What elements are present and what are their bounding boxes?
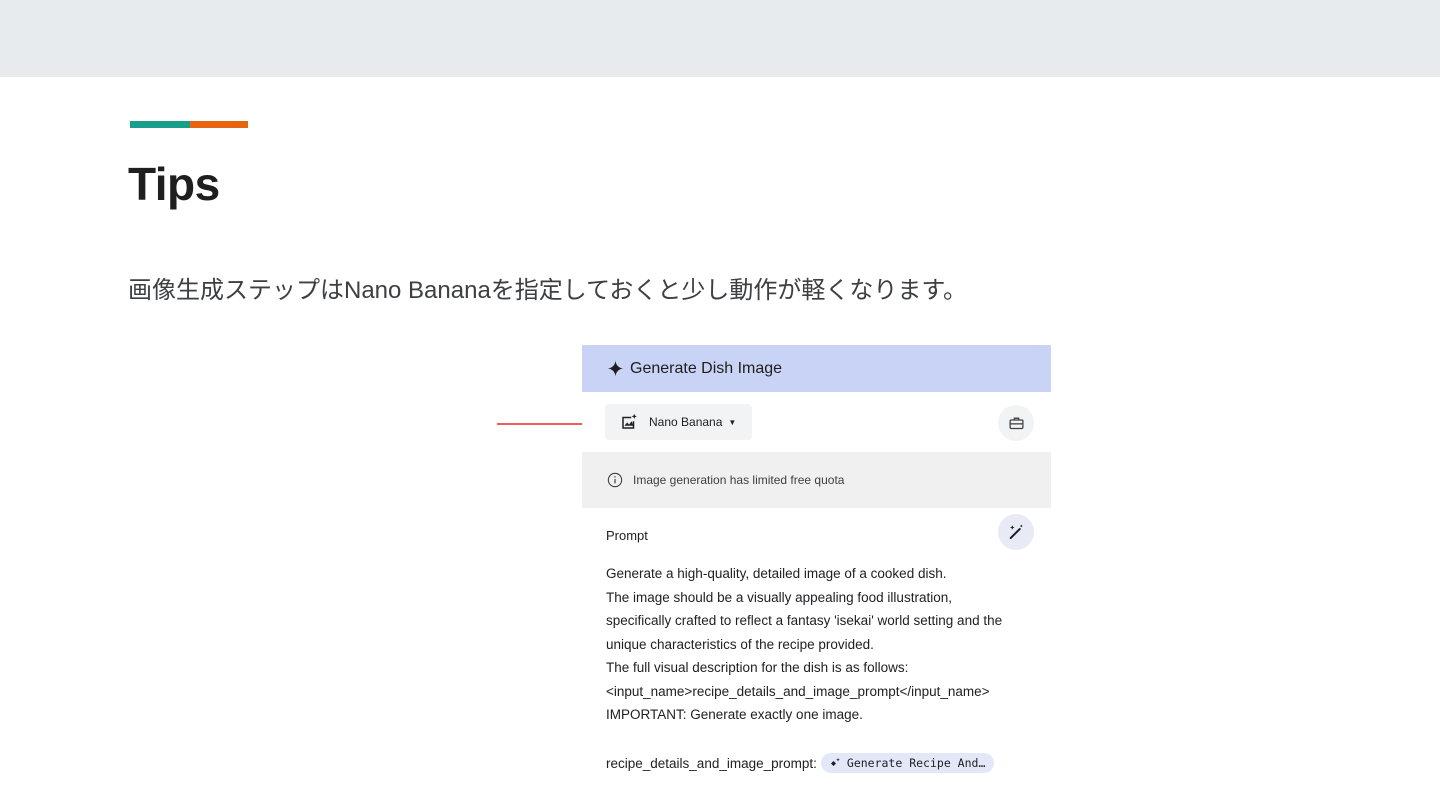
- prompt-label: Prompt: [606, 528, 648, 543]
- prompt-line: The image should be a visually appealing…: [606, 589, 952, 605]
- panel-title: Generate Dish Image: [630, 359, 783, 377]
- panel-header: Generate Dish Image: [582, 345, 1051, 392]
- toolbox-button[interactable]: [998, 405, 1034, 441]
- quota-notice-text: Image generation has limited free quota: [633, 473, 845, 487]
- generate-dish-image-panel: Generate Dish Image Nano Banana ▼ Image …: [582, 345, 1051, 810]
- variable-reference-chip-label: Generate Recipe And…: [846, 756, 986, 770]
- top-band: [0, 0, 1440, 77]
- prompt-variable-row: recipe_details_and_image_prompt: Generat…: [606, 753, 995, 773]
- prompt-line: unique characteristics of the recipe pro…: [606, 636, 874, 652]
- magic-wand-button[interactable]: [998, 514, 1034, 550]
- slide-title: Tips: [128, 158, 220, 210]
- image-generation-icon: [622, 413, 637, 429]
- accent-bar-orange: [190, 121, 248, 128]
- variable-reference-chip[interactable]: Generate Recipe And…: [820, 753, 995, 773]
- model-selector-label: Nano Banana: [649, 415, 723, 429]
- prompt-text[interactable]: Generate a high-quality, detailed image …: [606, 562, 1046, 727]
- prompt-line: IMPORTANT: Generate exactly one image.: [606, 707, 863, 722]
- magic-wand-icon: [1009, 524, 1023, 539]
- prompt-line: Generate a high-quality, detailed image …: [606, 566, 947, 581]
- prompt-line: The full visual description for the dish…: [606, 660, 909, 675]
- accent-bar-teal: [130, 121, 190, 128]
- info-icon: [607, 472, 623, 488]
- prompt-line: specifically crafted to reflect a fantas…: [606, 613, 1003, 628]
- toolbox-icon: [1008, 417, 1024, 429]
- sparkle-diamond-icon: [830, 758, 840, 766]
- sparkle-icon: [607, 360, 624, 377]
- prompt-line: <input_name>recipe_details_and_image_pro…: [606, 683, 990, 699]
- quota-notice: Image generation has limited free quota: [582, 452, 1051, 508]
- model-selector[interactable]: Nano Banana ▼: [605, 404, 752, 440]
- chevron-down-icon: ▼: [728, 417, 737, 427]
- prompt-variable-name: recipe_details_and_image_prompt:: [606, 755, 817, 771]
- slide-subtitle: 画像生成ステップはNano Bananaを指定しておくと少し動作が軽くなります。: [128, 277, 967, 304]
